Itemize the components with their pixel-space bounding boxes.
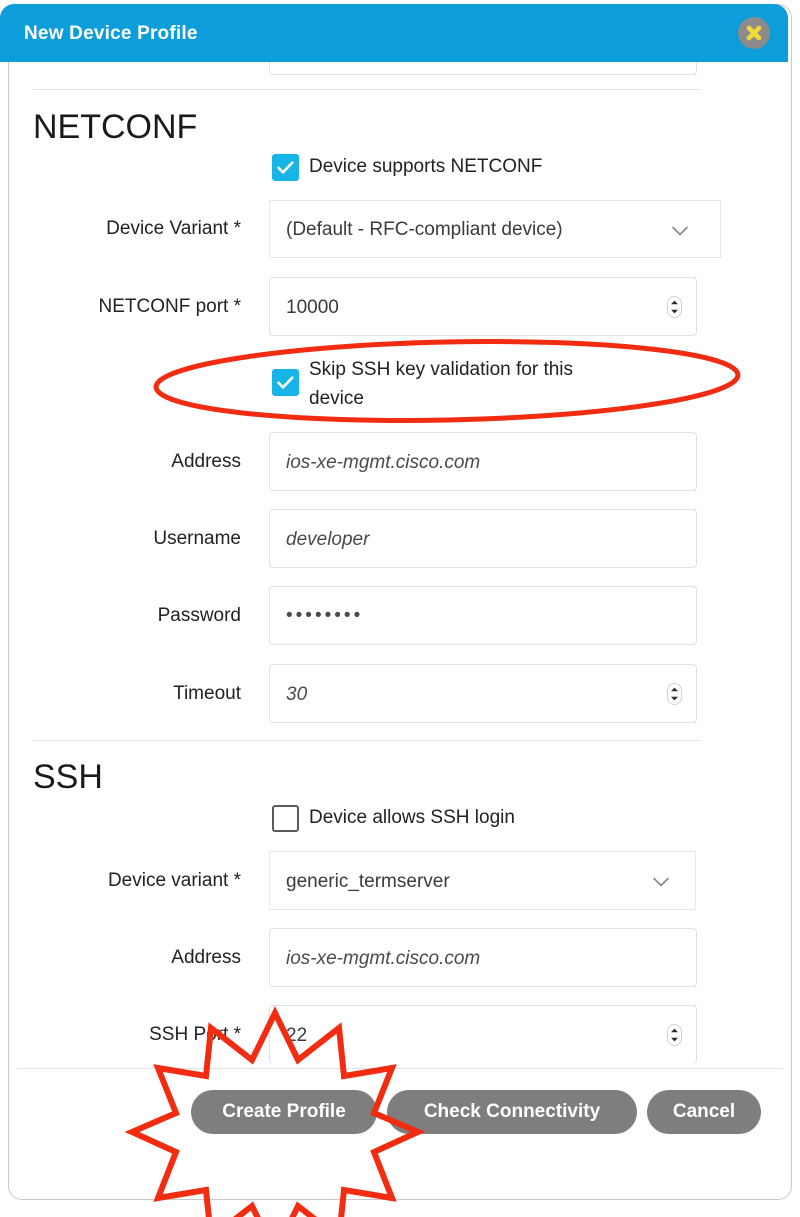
- ssh-device-variant-select[interactable]: generic_termserver: [269, 851, 696, 910]
- netconf-address-value: ios-xe-mgmt.cisco.com: [286, 452, 481, 473]
- ssh-address-value: ios-xe-mgmt.cisco.com: [286, 948, 481, 969]
- device-supports-netconf-checkbox[interactable]: [272, 154, 299, 181]
- netconf-port-value: 10000: [286, 297, 339, 318]
- device-allows-ssh-login-label: Device allows SSH login: [309, 807, 515, 828]
- netconf-password-label: Password: [157, 605, 241, 626]
- netconf-username-input[interactable]: developer: [269, 509, 697, 568]
- chevron-down-icon: [672, 226, 688, 236]
- netconf-port-label: NETCONF port *: [98, 296, 241, 317]
- check-connectivity-button[interactable]: Check Connectivity: [387, 1090, 637, 1134]
- device-supports-netconf-label: Device supports NETCONF: [309, 156, 543, 177]
- new-device-profile-dialog: NETCONF Device supports NETCONF Device V…: [8, 4, 792, 1200]
- netconf-password-value: ••••••••: [286, 605, 364, 626]
- chevron-down-icon: [653, 877, 669, 887]
- section-divider-ssh: [33, 740, 700, 741]
- section-heading-ssh: SSH: [33, 758, 103, 796]
- netconf-port-input[interactable]: 10000: [269, 277, 697, 336]
- netconf-password-input[interactable]: ••••••••: [269, 586, 697, 645]
- number-spinner-icon[interactable]: [667, 1024, 682, 1046]
- device-variant-select[interactable]: (Default - RFC-compliant device): [269, 200, 721, 258]
- footer-divider: [17, 1068, 783, 1069]
- netconf-address-input[interactable]: ios-xe-mgmt.cisco.com: [269, 432, 697, 491]
- device-allows-ssh-login-checkbox[interactable]: [272, 805, 299, 832]
- ssh-address-input[interactable]: ios-xe-mgmt.cisco.com: [269, 928, 697, 987]
- netconf-address-label: Address: [171, 451, 241, 472]
- ssh-port-label: SSH Port *: [149, 1024, 241, 1045]
- section-divider-netconf: [33, 89, 700, 90]
- netconf-username-label: Username: [153, 528, 241, 549]
- number-spinner-icon[interactable]: [667, 296, 682, 318]
- ssh-port-value: 22: [286, 1025, 308, 1046]
- skip-ssh-key-validation-label-line2: device: [309, 388, 364, 409]
- close-button[interactable]: [738, 17, 770, 49]
- ssh-port-input[interactable]: 22: [269, 1005, 697, 1063]
- netconf-timeout-input[interactable]: 30: [269, 664, 697, 723]
- device-variant-label: Device Variant *: [106, 218, 241, 239]
- section-heading-netconf: NETCONF: [33, 108, 198, 146]
- netconf-username-value: developer: [286, 529, 370, 550]
- check-icon: [277, 161, 294, 174]
- ssh-device-variant-value: generic_termserver: [286, 871, 450, 892]
- dialog-title-bar: New Device Profile: [0, 4, 788, 62]
- dialog-title: New Device Profile: [24, 23, 198, 44]
- ssh-device-variant-label: Device variant *: [107, 870, 241, 891]
- device-variant-value: (Default - RFC-compliant device): [286, 219, 563, 240]
- ssh-address-label: Address: [171, 947, 241, 968]
- number-spinner-icon[interactable]: [667, 683, 682, 705]
- create-profile-button[interactable]: Create Profile: [191, 1090, 377, 1134]
- netconf-timeout-label: Timeout: [173, 683, 241, 704]
- close-x-icon: [746, 25, 762, 41]
- cancel-button[interactable]: Cancel: [647, 1090, 761, 1134]
- check-icon: [277, 376, 294, 389]
- skip-ssh-key-validation-checkbox[interactable]: [272, 369, 299, 396]
- dialog-scroll-body[interactable]: NETCONF Device supports NETCONF Device V…: [9, 5, 791, 1063]
- skip-ssh-key-validation-label-line1: Skip SSH key validation for this: [309, 359, 574, 380]
- netconf-timeout-value: 30: [286, 684, 308, 705]
